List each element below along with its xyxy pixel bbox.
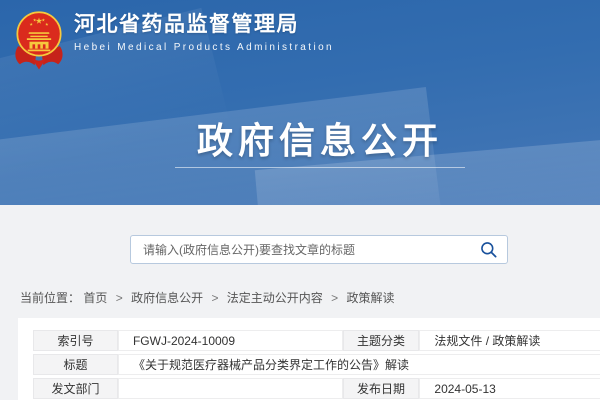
department-value xyxy=(118,378,343,399)
search-input[interactable] xyxy=(131,236,469,263)
breadcrumb-label: 当前位置： xyxy=(20,291,80,305)
category-label: 主题分类 xyxy=(343,330,420,351)
breadcrumb-info-disclosure[interactable]: 政府信息公开 xyxy=(131,291,203,305)
search-icon xyxy=(479,240,498,259)
table-row: 索引号 FGWJ-2024-10009 主题分类 法规文件 / 政策解读 xyxy=(33,330,600,351)
index-number-label: 索引号 xyxy=(33,330,118,351)
breadcrumb-policy-interpretation[interactable]: 政策解读 xyxy=(347,291,395,305)
breadcrumb-separator: > xyxy=(116,291,123,305)
publish-date-value: 2024-05-13 xyxy=(419,378,600,399)
title-value: 《关于规范医疗器械产品分类界定工作的公告》解读 xyxy=(118,354,600,375)
search-box xyxy=(130,235,508,264)
department-label: 发文部门 xyxy=(33,378,118,399)
search-button[interactable] xyxy=(469,236,507,263)
site-brand[interactable]: 河北省药品监督管理局 Hebei Medical Products Admini… xyxy=(13,7,334,73)
site-title-english: Hebei Medical Products Administration xyxy=(74,42,334,53)
breadcrumb-home[interactable]: 首页 xyxy=(83,291,107,305)
breadcrumb-separator: > xyxy=(211,291,218,305)
index-number-value: FGWJ-2024-10009 xyxy=(118,330,343,351)
table-row: 发文部门 发布日期 2024-05-13 xyxy=(33,378,600,399)
breadcrumb-separator: > xyxy=(331,291,338,305)
title-underline xyxy=(175,167,465,168)
table-row: 标题 《关于规范医疗器械产品分类界定工作的公告》解读 xyxy=(33,354,600,375)
hero-banner: 河北省药品监督管理局 Hebei Medical Products Admini… xyxy=(0,0,600,205)
document-info-card: 索引号 FGWJ-2024-10009 主题分类 法规文件 / 政策解读 标题 … xyxy=(18,318,600,400)
site-title-block: 河北省药品监督管理局 Hebei Medical Products Admini… xyxy=(74,7,334,73)
title-label: 标题 xyxy=(33,354,118,375)
site-title: 河北省药品监督管理局 xyxy=(74,12,334,38)
breadcrumb-statutory-content[interactable]: 法定主动公开内容 xyxy=(227,291,323,305)
document-info-table: 索引号 FGWJ-2024-10009 主题分类 法规文件 / 政策解读 标题 … xyxy=(33,327,600,400)
publish-date-label: 发布日期 xyxy=(343,378,420,399)
page: 河北省药品监督管理局 Hebei Medical Products Admini… xyxy=(0,0,600,400)
breadcrumb: 当前位置： 首页 > 政府信息公开 > 法定主动公开内容 > 政策解读 xyxy=(20,289,395,306)
national-emblem-icon xyxy=(13,7,65,73)
category-value: 法规文件 / 政策解读 xyxy=(419,330,600,351)
page-title: 政府信息公开 xyxy=(197,112,443,164)
